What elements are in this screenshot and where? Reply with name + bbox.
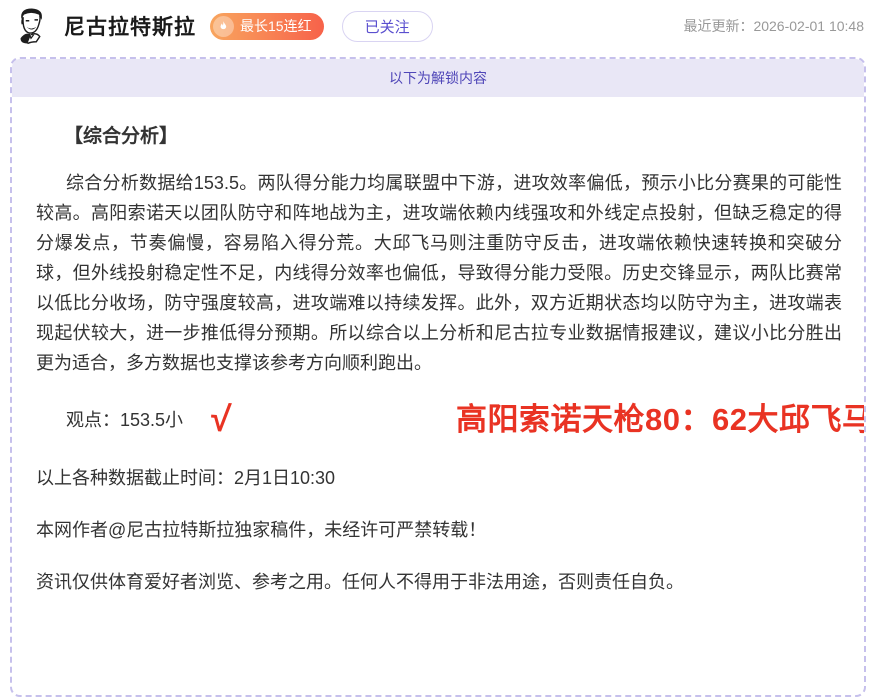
analysis-paragraph: 综合分析数据给153.5。两队得分能力均属联盟中下游，进攻效率偏低，预示小比分赛…	[36, 168, 842, 378]
last-update-time: 最近更新：2026-02-01 10:48	[683, 16, 866, 36]
followed-button[interactable]: 已关注	[342, 11, 433, 42]
unlock-banner: 以下为解锁内容	[12, 59, 864, 97]
data-cutoff-line: 以上各种数据截止时间：2月1日10:30	[36, 464, 842, 492]
author-avatar[interactable]	[10, 5, 52, 47]
red-checkmark-icon: √	[210, 400, 232, 437]
streak-badge-label: 最长15连红	[240, 16, 312, 36]
streak-badge: 最长15连红	[210, 13, 324, 40]
portrait-sketch-icon	[10, 5, 52, 47]
viewpoint-row: 观点：153.5小 √ 高阳索诺天枪80：62大邱飞马	[36, 398, 842, 440]
copyright-line: 本网作者@尼古拉特斯拉独家稿件，未经许可严禁转载！	[36, 516, 842, 544]
unlocked-content-box: 以下为解锁内容 【综合分析】 综合分析数据给153.5。两队得分能力均属联盟中下…	[10, 57, 866, 697]
analysis-article: 【综合分析】 综合分析数据给153.5。两队得分能力均属联盟中下游，进攻效率偏低…	[12, 97, 864, 596]
viewpoint-text: 观点：153.5小	[66, 406, 183, 432]
flame-icon	[213, 16, 234, 37]
author-header-bar: 尼古拉特斯拉 最长15连红 已关注 最近更新：2026-02-01 10:48	[0, 0, 876, 52]
disclaimer-line: 资讯仅供体育爱好者浏览、参考之用。任何人不得用于非法用途，否则责任自负。	[36, 568, 842, 596]
final-score-annotation: 高阳索诺天枪80：62大邱飞马	[456, 394, 866, 439]
section-title: 【综合分析】	[64, 121, 842, 148]
author-name: 尼古拉特斯拉	[64, 11, 196, 41]
